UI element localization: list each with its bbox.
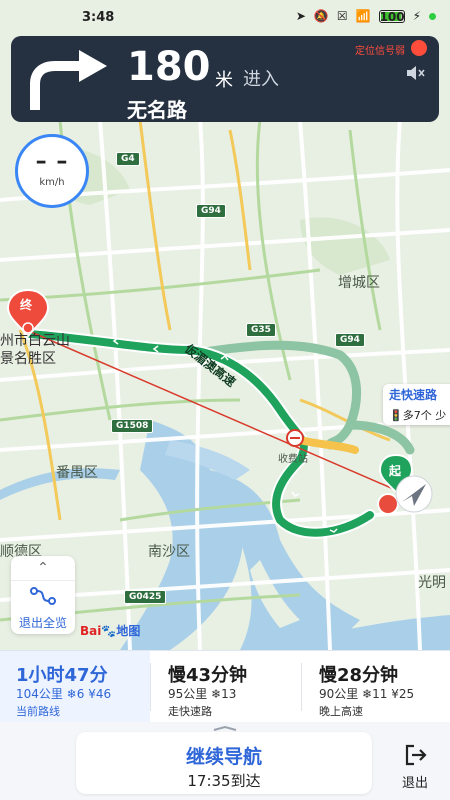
continue-navigation-label: 继续导航: [185, 746, 262, 768]
route-meta: 95公里 ❄13: [168, 687, 237, 701]
route-option-late-highway[interactable]: 慢28分钟 90公里 ❄11 ¥25 晚上高速: [303, 651, 450, 723]
distance-unit: 米: [215, 70, 233, 91]
battery-icon: 100: [378, 9, 405, 24]
map-label-baiyun-2: 景名胜区: [0, 351, 56, 367]
speaker-muted-icon[interactable]: [405, 64, 425, 82]
route-tag-subtitle: 🚦多7个 少: [383, 405, 450, 425]
mute-status-icon: 🔕: [313, 9, 329, 23]
end-marker-label: 终: [20, 298, 33, 312]
paw-icon: 🐾: [101, 624, 117, 638]
status-time: 3:48: [82, 10, 115, 25]
chevron-up-icon[interactable]: ⌃: [11, 556, 75, 581]
privacy-dot-icon: [429, 12, 436, 20]
traffic-light-icon: 🚦: [389, 409, 403, 422]
charging-icon: ⚡: [412, 9, 421, 23]
map-label-tollgate: 收费站: [278, 454, 308, 465]
location-icon: ➤: [295, 9, 306, 23]
arrival-time: 17:35到达: [187, 772, 261, 790]
route-options-panel: 1小时47分 104公里 ❄6 ¥46 当前路线 慢43分钟 95公里 ❄13 …: [0, 650, 450, 723]
route-note: 走快速路: [168, 705, 212, 718]
map-label-zengcheng: 增城区: [338, 275, 380, 291]
route-note: 晚上高速: [319, 705, 363, 718]
continue-navigation-button[interactable]: 继续导航 17:35到达: [76, 732, 372, 794]
exit-label: 退出: [401, 776, 428, 791]
route-option-fast-road[interactable]: 慢43分钟 95公里 ❄13 走快速路: [152, 651, 300, 723]
route-meta: 90公里 ❄11 ¥25: [319, 687, 415, 701]
gps-weak-status: 定位信号弱: [355, 46, 405, 57]
turn-right-arrow-icon: [30, 50, 107, 110]
highway-shield-g0425: G0425: [124, 590, 167, 604]
highway-shield-g1508: G1508: [111, 419, 154, 433]
route-time: 1小时47分: [16, 665, 108, 686]
map-label-nansha: 南沙区: [148, 544, 190, 560]
start-marker-label: 起: [389, 464, 402, 478]
distance-value: 180: [127, 44, 211, 90]
route-divider: [150, 663, 151, 711]
exit-icon: [405, 744, 427, 766]
speed-unit: km/h: [39, 177, 65, 188]
gps-signal-icon: [411, 40, 427, 56]
highway-shield-g94-a: G94: [196, 204, 226, 218]
drag-handle-icon[interactable]: [213, 726, 237, 731]
sim-icon: ☒: [336, 9, 348, 23]
exit-overview-button[interactable]: ⌃ 退出全览: [11, 556, 75, 634]
road-name: 无名路: [127, 98, 187, 122]
maneuver-action: 进入: [243, 69, 279, 90]
route-time: 慢28分钟: [319, 665, 399, 686]
highway-shield-g94-b: G94: [335, 333, 365, 347]
route-divider: [301, 663, 302, 711]
speed-value: – –: [35, 149, 69, 174]
exit-button[interactable]: 退出: [388, 742, 442, 796]
status-bar: 3:48 ➤ 🔕 ☒ 📶 100 ⚡: [0, 0, 450, 36]
route-meta: 104公里 ❄6 ¥46: [16, 687, 112, 701]
map-label-baiyun-1: 州市白云山: [0, 333, 70, 349]
bottom-bar: 继续导航 17:35到达 退出: [0, 722, 450, 800]
map-label-panyu: 番禺区: [56, 465, 98, 481]
exit-overview-label: 退出全览: [18, 616, 67, 630]
baidu-map-logo: Bai🐾地图: [80, 624, 141, 638]
highway-shield-g35: G35: [246, 323, 276, 337]
fast-road-route-tag[interactable]: 走快速路 🚦多7个 少: [383, 384, 450, 425]
route-time: 慢43分钟: [168, 665, 248, 686]
map-label-guangming: 光明: [418, 575, 446, 591]
route-note: 当前路线: [16, 705, 60, 718]
route-option-current[interactable]: 1小时47分 104公里 ❄6 ¥46 当前路线: [0, 651, 150, 723]
status-icons: ➤ 🔕 ☒ 📶 100 ⚡: [295, 9, 436, 24]
wifi-icon: 📶: [355, 9, 371, 23]
highway-shield-g4: G4: [116, 152, 140, 166]
guidance-card[interactable]: 180 米 进入 无名路 定位信号弱: [11, 36, 439, 122]
route-tag-title: 走快速路: [383, 384, 450, 405]
speed-indicator: – – km/h: [15, 134, 89, 208]
route-overview-icon: [30, 587, 56, 605]
